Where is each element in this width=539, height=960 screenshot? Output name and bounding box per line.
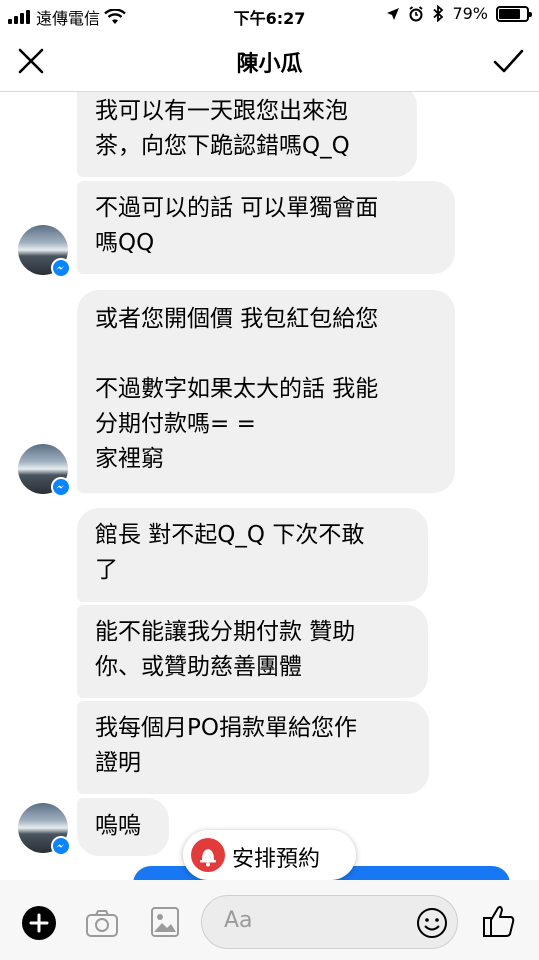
book-appointment-label: 安排預約 bbox=[232, 847, 321, 872]
battery-percent: 79% bbox=[452, 4, 488, 23]
book-appointment-button[interactable]: 安排預約 bbox=[183, 830, 356, 880]
camera-icon[interactable] bbox=[84, 905, 120, 941]
status-icons: 79% bbox=[386, 4, 532, 23]
message-bubble[interactable]: 我每個月PO捐款單給您作 證明 bbox=[77, 701, 429, 794]
bell-icon bbox=[191, 838, 225, 872]
message-input[interactable]: Aa bbox=[201, 895, 458, 949]
messenger-badge-icon bbox=[51, 477, 71, 497]
avatar[interactable] bbox=[18, 444, 71, 497]
message-list[interactable]: 我可以有一天跟您出來泡 茶，向您下跪認錯嗎Q_Q 不過可以的話 可以單獨會面 嗎… bbox=[0, 92, 539, 870]
image-icon[interactable] bbox=[148, 904, 182, 940]
conversation-header: 陳小瓜 bbox=[0, 30, 539, 92]
thumbs-up-icon[interactable] bbox=[481, 902, 517, 940]
bluetooth-icon bbox=[433, 5, 444, 22]
message-bubble[interactable]: 能不能讓我分期付款 贊助 你、或贊助慈善團體 bbox=[77, 605, 428, 698]
avatar[interactable] bbox=[18, 803, 71, 856]
message-input-placeholder: Aa bbox=[224, 908, 253, 933]
avatar[interactable] bbox=[18, 225, 71, 278]
message-bubble[interactable]: 或者您開個價 我包紅包給您 不過數字如果太大的話 我能 分期付款嗎= = 家裡窮 bbox=[77, 290, 455, 493]
contact-name: 陳小瓜 bbox=[236, 52, 303, 77]
message-bubble[interactable]: 館長 對不起Q_Q 下次不敢 了 bbox=[77, 508, 428, 602]
messenger-badge-icon bbox=[51, 258, 71, 278]
checkmark-icon[interactable] bbox=[491, 44, 525, 78]
smiley-icon[interactable] bbox=[415, 906, 449, 940]
location-icon bbox=[387, 7, 400, 20]
message-bubble[interactable]: 不過可以的話 可以單獨會面 嗎QQ bbox=[77, 181, 455, 274]
composer-bar: Aa bbox=[0, 880, 539, 960]
plus-icon[interactable] bbox=[22, 906, 56, 940]
messenger-badge-icon bbox=[51, 836, 71, 856]
message-bubble[interactable]: 我可以有一天跟您出來泡 茶，向您下跪認錯嗎Q_Q bbox=[77, 92, 417, 177]
alarm-icon bbox=[409, 5, 423, 21]
status-bar: 遠傳電信 下午6:27 79% bbox=[0, 0, 539, 30]
message-bubble[interactable]: 嗚嗚 bbox=[77, 798, 169, 856]
battery-icon bbox=[496, 5, 532, 22]
